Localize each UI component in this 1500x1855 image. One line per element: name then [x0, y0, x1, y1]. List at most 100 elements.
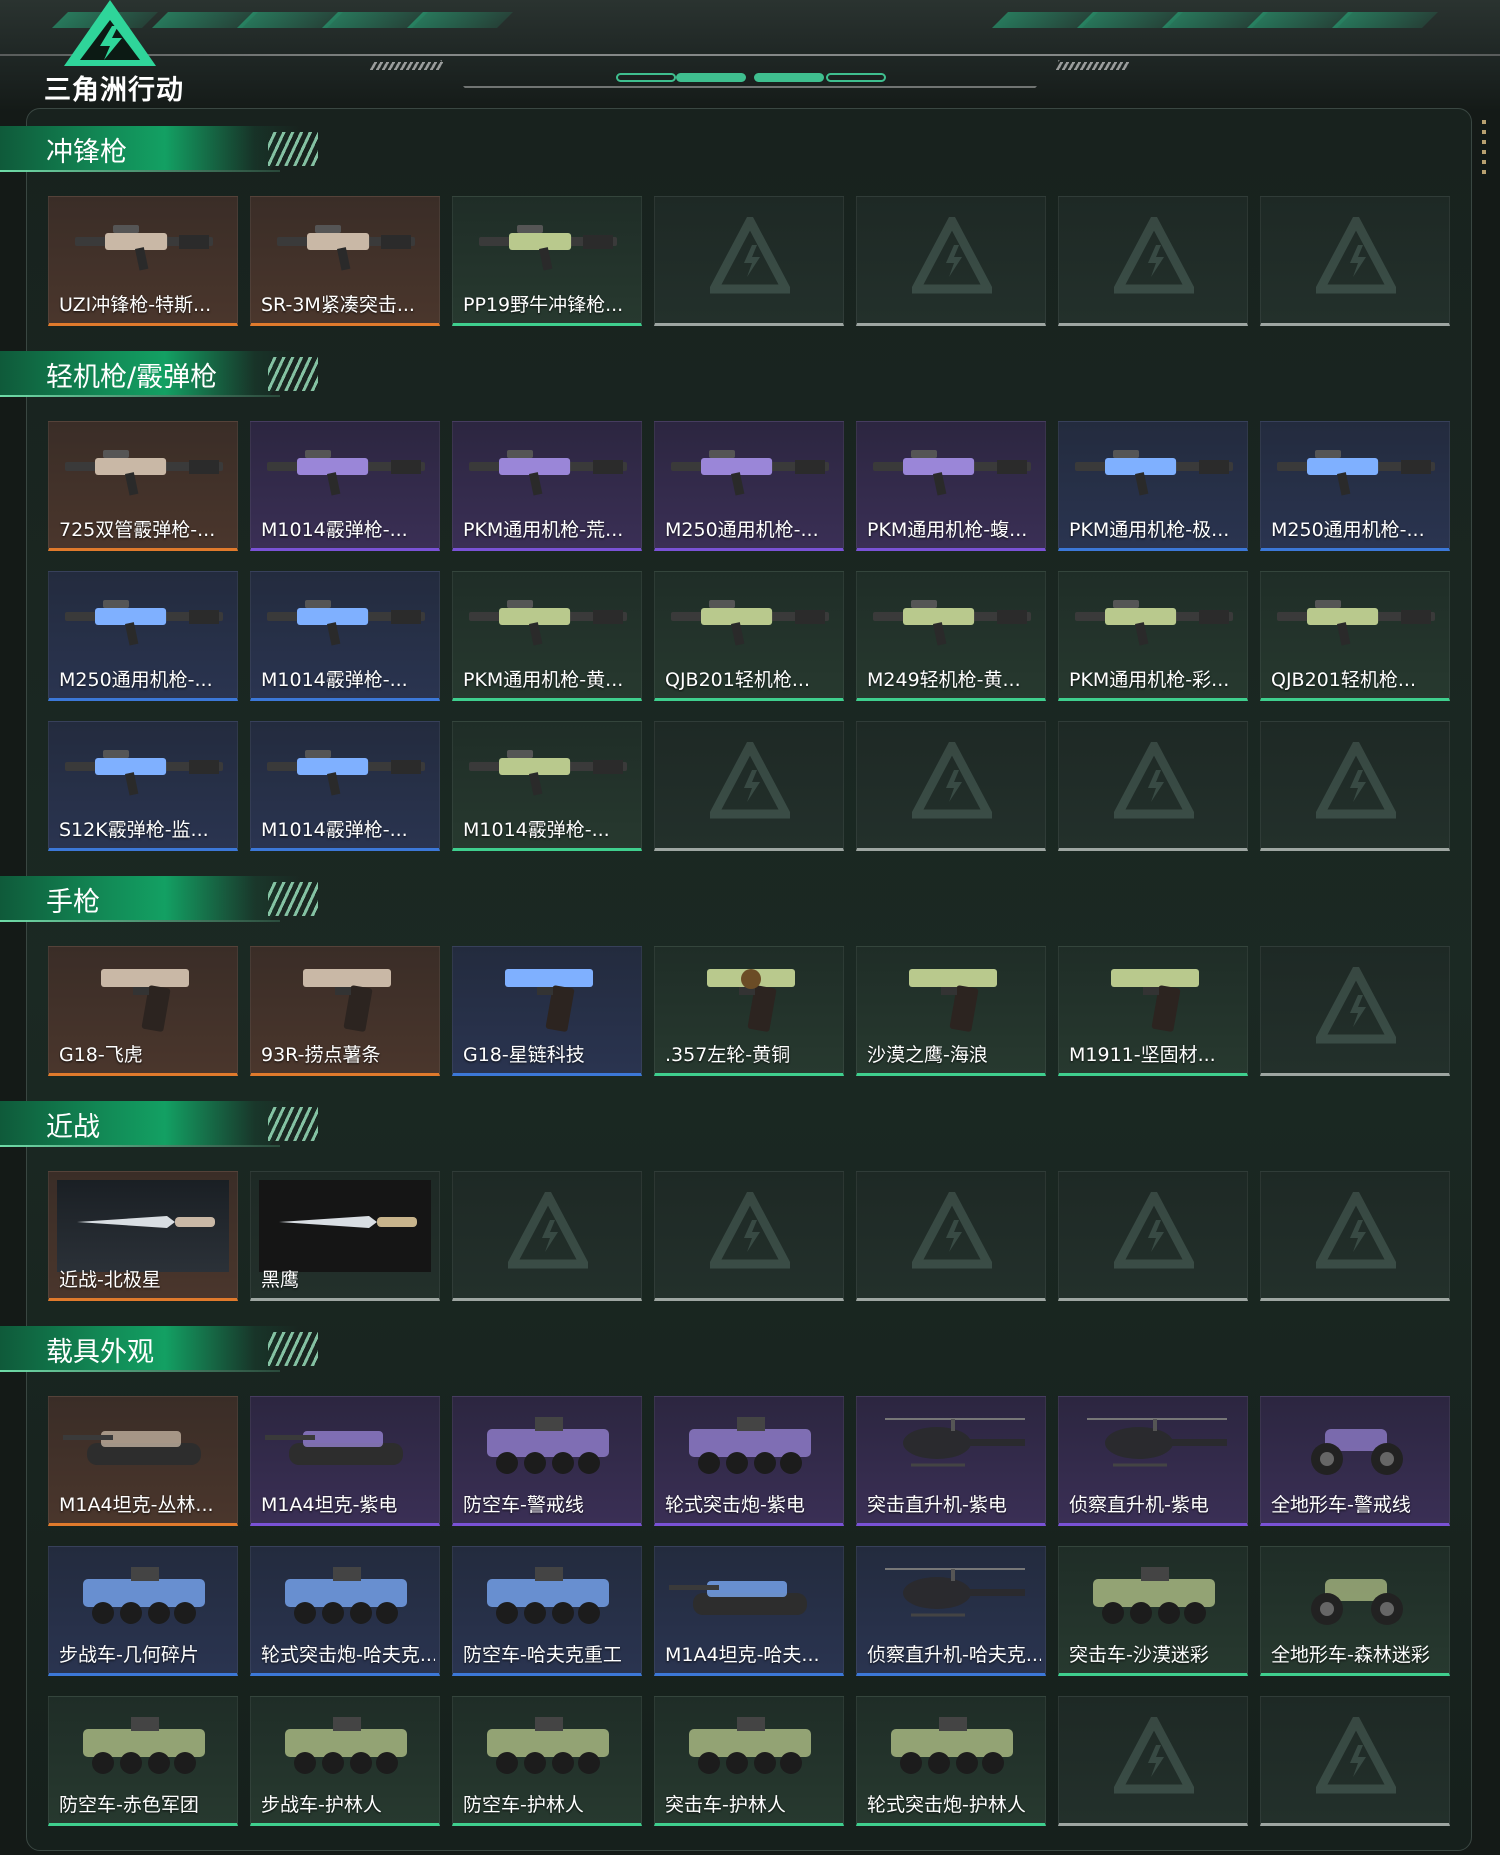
item-card[interactable]: QJB201轻机枪...	[1260, 571, 1450, 701]
item-name: M1911-坚固材...	[1069, 1044, 1216, 1066]
item-card[interactable]: 侦察直升机-哈夫克...	[856, 1546, 1046, 1676]
machinegun-icon	[1067, 432, 1241, 508]
armored-car-icon	[663, 1407, 837, 1483]
item-name: 防空车-赤色军团	[59, 1794, 199, 1816]
placeholder-logo-icon	[1312, 1186, 1400, 1272]
item-card[interactable]: M1911-坚固材...	[1058, 946, 1248, 1076]
item-name: 防空车-哈夫克重工	[463, 1644, 622, 1666]
helicopter-icon	[1067, 1407, 1241, 1483]
empty-slot[interactable]	[856, 1171, 1046, 1301]
item-name: 全地形车-警戒线	[1271, 1494, 1411, 1516]
item-name: PKM通用机枪-彩...	[1069, 669, 1230, 691]
item-card[interactable]: 防空车-警戒线	[452, 1396, 642, 1526]
item-card[interactable]: 轮式突击炮-护林人	[856, 1696, 1046, 1826]
item-card[interactable]: M250通用机枪-...	[1260, 421, 1450, 551]
placeholder-logo-icon	[1312, 1711, 1400, 1797]
scrollbar[interactable]	[1482, 120, 1486, 180]
item-card[interactable]: 沙漠之鹰-海浪	[856, 946, 1046, 1076]
item-card[interactable]: M1014霰弹枪-...	[250, 421, 440, 551]
item-card[interactable]: 步战车-护林人	[250, 1696, 440, 1826]
item-card[interactable]: M250通用机枪-...	[48, 571, 238, 701]
empty-slot[interactable]	[654, 196, 844, 326]
empty-slot[interactable]	[1058, 196, 1248, 326]
empty-slot[interactable]	[1260, 1696, 1450, 1826]
item-name: 93R-捞点薯条	[261, 1044, 381, 1066]
placeholder-logo-icon	[1110, 1711, 1198, 1797]
item-card[interactable]: .357左轮-黄铜	[654, 946, 844, 1076]
item-card[interactable]: PKM通用机枪-彩...	[1058, 571, 1248, 701]
item-card[interactable]: M1A4坦克-哈夫...	[654, 1546, 844, 1676]
empty-slot[interactable]	[1260, 1171, 1450, 1301]
item-card[interactable]: M1A4坦克-紫电	[250, 1396, 440, 1526]
empty-slot[interactable]	[1260, 196, 1450, 326]
item-card[interactable]: 93R-捞点薯条	[250, 946, 440, 1076]
item-card[interactable]: M1A4坦克-丛林...	[48, 1396, 238, 1526]
item-card[interactable]: 步战车-几何碎片	[48, 1546, 238, 1676]
item-card[interactable]: PP19野牛冲锋枪...	[452, 196, 642, 326]
item-card[interactable]: PKM通用机枪-极...	[1058, 421, 1248, 551]
item-card[interactable]: G18-飞虎	[48, 946, 238, 1076]
item-card[interactable]: 全地形车-警戒线	[1260, 1396, 1450, 1526]
pistol-icon	[865, 957, 1039, 1033]
item-card[interactable]: PKM通用机枪-荒...	[452, 421, 642, 551]
placeholder-logo-icon	[706, 1186, 794, 1272]
item-name: PKM通用机枪-荒...	[463, 519, 624, 541]
empty-slot[interactable]	[1260, 721, 1450, 851]
item-card[interactable]: 轮式突击炮-紫电	[654, 1396, 844, 1526]
item-card[interactable]: 近战-北极星	[48, 1171, 238, 1301]
empty-slot[interactable]	[452, 1171, 642, 1301]
knife-icon	[259, 1182, 433, 1258]
shotgun-icon	[259, 432, 433, 508]
empty-slot[interactable]	[856, 196, 1046, 326]
item-card[interactable]: 侦察直升机-紫电	[1058, 1396, 1248, 1526]
empty-slot[interactable]	[1058, 1696, 1248, 1826]
item-card[interactable]: PKM通用机枪-蝮...	[856, 421, 1046, 551]
item-name: PKM通用机枪-蝮...	[867, 519, 1028, 541]
item-name: G18-飞虎	[59, 1044, 143, 1066]
placeholder-logo-icon	[1312, 961, 1400, 1047]
empty-slot[interactable]	[1058, 721, 1248, 851]
shotgun-icon	[461, 732, 635, 808]
empty-slot[interactable]	[1260, 946, 1450, 1076]
item-name: 近战-北极星	[59, 1269, 161, 1291]
item-card[interactable]: 防空车-护林人	[452, 1696, 642, 1826]
item-name: M1A4坦克-丛林...	[59, 1494, 214, 1516]
item-card[interactable]: 黑鹰	[250, 1171, 440, 1301]
item-card[interactable]: 725双管霰弹枪-...	[48, 421, 238, 551]
item-name: S12K霰弹枪-监...	[59, 819, 209, 841]
shotgun-icon	[259, 582, 433, 658]
empty-slot[interactable]	[856, 721, 1046, 851]
item-card[interactable]: 突击车-沙漠迷彩	[1058, 1546, 1248, 1676]
item-card[interactable]: 突击直升机-紫电	[856, 1396, 1046, 1526]
item-name: SR-3M紧凑突击...	[261, 294, 415, 316]
item-card[interactable]: 防空车-赤色军团	[48, 1696, 238, 1826]
item-card[interactable]: QJB201轻机枪...	[654, 571, 844, 701]
empty-slot[interactable]	[654, 1171, 844, 1301]
item-card[interactable]: M1014霰弹枪-...	[452, 721, 642, 851]
item-card[interactable]: 防空车-哈夫克重工	[452, 1546, 642, 1676]
item-card[interactable]: G18-星链科技	[452, 946, 642, 1076]
placeholder-logo-icon	[1110, 1186, 1198, 1272]
item-name: M1014霰弹枪-...	[261, 819, 408, 841]
empty-slot[interactable]	[654, 721, 844, 851]
empty-slot[interactable]	[1058, 1171, 1248, 1301]
item-name: M249轻机枪-黄...	[867, 669, 1021, 691]
apc-icon	[57, 1707, 231, 1783]
machinegun-icon	[663, 582, 837, 658]
item-card[interactable]: 全地形车-森林迷彩	[1260, 1546, 1450, 1676]
item-card[interactable]: M249轻机枪-黄...	[856, 571, 1046, 701]
item-card[interactable]: M1014霰弹枪-...	[250, 721, 440, 851]
placeholder-logo-icon	[706, 211, 794, 297]
item-card[interactable]: M1014霰弹枪-...	[250, 571, 440, 701]
item-card[interactable]: UZI冲锋枪-特斯...	[48, 196, 238, 326]
helicopter-icon	[865, 1557, 1039, 1633]
item-card[interactable]: S12K霰弹枪-监...	[48, 721, 238, 851]
item-card[interactable]: SR-3M紧凑突击...	[250, 196, 440, 326]
machinegun-icon	[865, 582, 1039, 658]
item-card[interactable]: 轮式突击炮-哈夫克...	[250, 1546, 440, 1676]
item-card[interactable]: 突击车-护林人	[654, 1696, 844, 1826]
item-name: .357左轮-黄铜	[665, 1044, 791, 1066]
item-card[interactable]: PKM通用机枪-黄...	[452, 571, 642, 701]
placeholder-logo-icon	[908, 736, 996, 822]
item-card[interactable]: M250通用机枪-...	[654, 421, 844, 551]
